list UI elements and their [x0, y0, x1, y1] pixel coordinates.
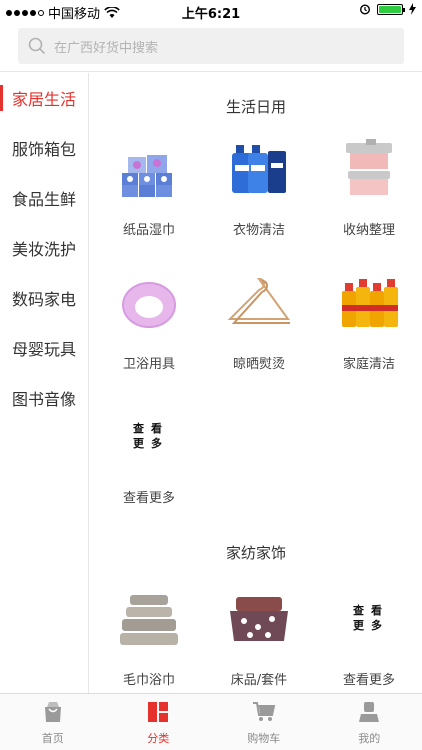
sidebar-item-label: 家居生活 — [11, 90, 76, 109]
category-cell-tissue[interactable]: 纸品湿巾 — [94, 135, 204, 265]
category-cell-bedding[interactable]: 床品/套件 — [204, 585, 314, 693]
sidebar-item-apparel-bags[interactable]: 服饰箱包 — [0, 123, 88, 173]
category-cell-cleaning[interactable]: 家庭清洁 — [314, 269, 422, 399]
search-input[interactable]: 在广西好货中搜索 — [18, 28, 404, 64]
battery-icon — [377, 3, 405, 15]
see-more-cell-textiles[interactable]: 查 看 更 多 查看更多 — [314, 585, 422, 693]
more-glyph: 更 — [133, 437, 144, 450]
towel-stack-icon — [120, 595, 178, 645]
tab-label: 购物车 — [247, 732, 281, 745]
category-grid-icon — [148, 702, 169, 722]
toilet-seat-cover-icon — [122, 282, 176, 328]
see-more-graphic: 查 看 更 多 — [314, 585, 422, 651]
category-label: 查看更多 — [122, 491, 175, 506]
sidebar-item-label: 母婴玩具 — [11, 340, 76, 359]
see-more-cell-daily[interactable]: 查 看 更 多 查看更多 — [94, 403, 204, 533]
tab-label: 我的 — [358, 732, 381, 745]
tab-label: 首页 — [41, 732, 64, 745]
tab-cart[interactable]: 购物车 — [211, 694, 317, 750]
tab-profile[interactable]: 我的 — [317, 694, 422, 750]
status-bar: 中国移动 上午6:21 — [0, 0, 422, 22]
tab-category[interactable]: 分类 — [106, 694, 212, 750]
cart-icon — [252, 702, 275, 721]
alarm-clock-icon — [359, 4, 371, 15]
more-glyph: 多 — [371, 619, 382, 632]
category-label: 查看更多 — [342, 673, 395, 688]
search-placeholder: 在广西好货中搜索 — [54, 40, 159, 56]
sidebar-item-label: 食品生鲜 — [11, 190, 76, 209]
more-glyph: 查 — [133, 422, 144, 435]
category-label: 卫浴用具 — [122, 357, 175, 372]
category-cell-laundry[interactable]: 衣物清洁 — [204, 135, 314, 265]
tissue-pack-icon — [122, 155, 172, 197]
tab-home[interactable]: 首页 — [0, 694, 106, 750]
charging-bolt-icon — [409, 3, 416, 15]
more-glyph: 看 — [371, 604, 382, 617]
sidebar-item-label: 美妆洗护 — [11, 240, 76, 259]
category-label: 毛巾浴巾 — [122, 673, 175, 688]
category-sidebar: 家居生活 服饰箱包 食品生鲜 美妆洗护 数码家电 母婴玩具 图书音像 — [0, 73, 89, 693]
category-label: 衣物清洁 — [232, 223, 285, 238]
tab-label: 分类 — [147, 732, 170, 745]
category-label: 收纳整理 — [342, 223, 395, 238]
category-content: 生活日用 纸品湿巾 衣物清洁 收纳整理 卫浴用具 晾晒熨烫 家庭清洁 查 看 更… — [90, 73, 422, 693]
category-cell-storage[interactable]: 收纳整理 — [314, 135, 422, 265]
sidebar-item-label: 服饰箱包 — [11, 140, 76, 159]
search-header: 在广西好货中搜索 — [0, 22, 422, 72]
category-label: 晾晒熨烫 — [232, 357, 285, 372]
more-glyph: 看 — [151, 422, 162, 435]
cleaner-bottles-icon — [342, 279, 398, 327]
more-glyph: 查 — [353, 604, 364, 617]
search-icon — [28, 37, 46, 55]
sidebar-item-digital-appliances[interactable]: 数码家电 — [0, 273, 88, 323]
category-cell-towels[interactable]: 毛巾浴巾 — [94, 585, 204, 693]
sidebar-item-food-fresh[interactable]: 食品生鲜 — [0, 173, 88, 223]
more-glyph: 更 — [353, 619, 364, 632]
sidebar-item-label: 数码家电 — [11, 290, 76, 309]
sidebar-item-baby-toys[interactable]: 母婴玩具 — [0, 323, 88, 373]
see-more-graphic: 查 看 更 多 — [94, 403, 204, 469]
user-icon — [359, 702, 380, 722]
clothes-hanger-icon — [227, 277, 290, 324]
section-title: 家纺家饰 — [225, 544, 286, 562]
category-label: 纸品湿巾 — [122, 223, 175, 238]
laundry-detergent-icon — [232, 145, 286, 193]
section-title: 生活日用 — [225, 98, 286, 116]
sidebar-item-beauty-care[interactable]: 美妆洗护 — [0, 223, 88, 273]
sidebar-item-label: 图书音像 — [11, 390, 76, 409]
bottom-tab-bar: 首页 分类 购物车 我的 — [0, 693, 422, 750]
category-label: 家庭清洁 — [342, 357, 395, 372]
sidebar-item-home-living[interactable]: 家居生活 — [0, 73, 88, 123]
status-right — [359, 3, 416, 15]
shopping-bag-icon — [44, 702, 61, 722]
category-label: 床品/套件 — [230, 673, 288, 688]
category-cell-bathroom[interactable]: 卫浴用具 — [94, 269, 204, 399]
category-cell-drying[interactable]: 晾晒熨烫 — [204, 269, 314, 399]
sidebar-item-books-media[interactable]: 图书音像 — [0, 373, 88, 423]
bedding-set-icon — [230, 597, 288, 641]
more-glyph: 多 — [151, 437, 162, 450]
storage-box-icon — [346, 139, 392, 195]
